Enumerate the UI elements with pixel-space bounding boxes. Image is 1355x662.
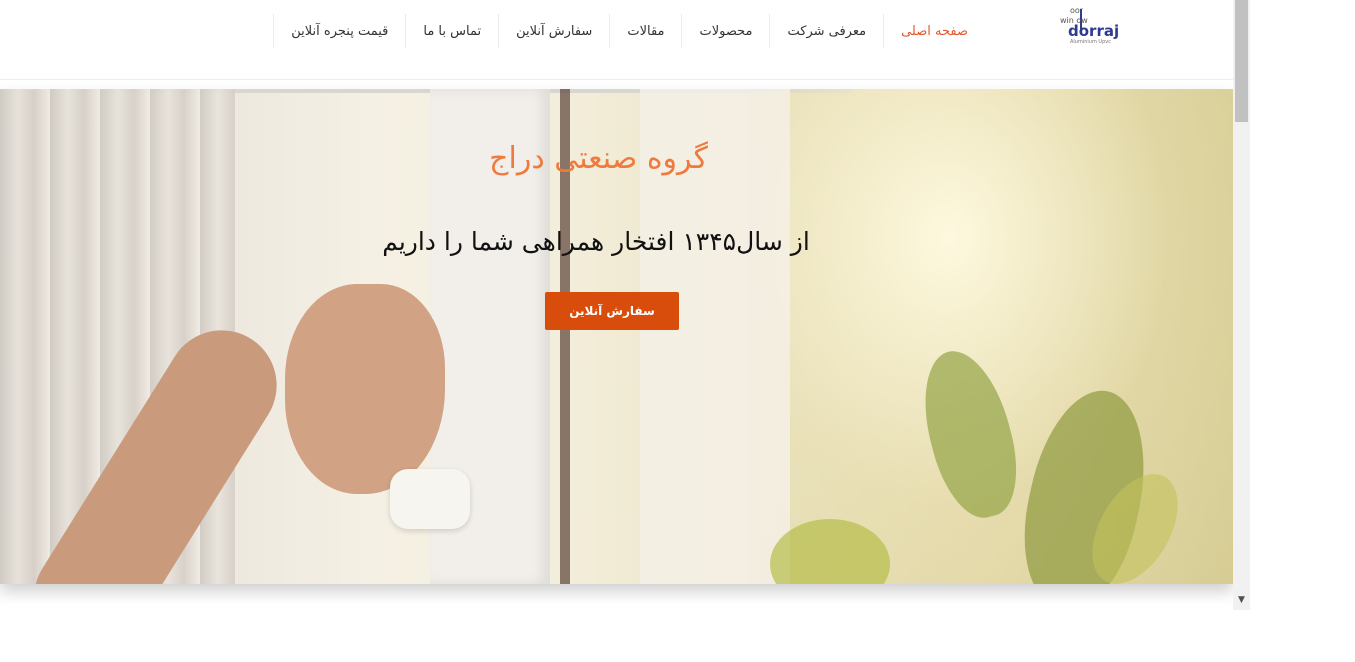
nav-home[interactable]: صفحه اصلی: [883, 14, 985, 48]
hero-image-window-handle: [390, 469, 470, 529]
dorraj-logo[interactable]: oor win ow dorraj Aluminium Upvc: [1060, 6, 1120, 50]
hero-title: گروه صنعتی دراج: [489, 141, 708, 176]
online-order-button[interactable]: سفارش آنلاین: [545, 292, 679, 330]
main-nav: صفحه اصلی معرفی شرکت محصولات مقالات سفار…: [273, 14, 985, 48]
hero-banner: گروه صنعتی دراج از سال۱۳۴۵ افتخار همراهی…: [0, 89, 1233, 584]
nav-about[interactable]: معرفی شرکت: [769, 14, 883, 48]
nav-products[interactable]: محصولات: [681, 14, 769, 48]
nav-contact[interactable]: تماس با ما: [405, 14, 498, 48]
nav-window-price[interactable]: قیمت پنجره آنلاین: [273, 14, 405, 48]
hero-subtitle: از سال۱۳۴۵ افتخار همراهی شما را داریم: [382, 227, 810, 256]
nav-online-order[interactable]: سفارش آنلاین: [498, 14, 609, 48]
logo-tagline: Aluminium Upvc: [1070, 39, 1111, 45]
scrollbar-thumb[interactable]: [1235, 0, 1248, 122]
hero-image-hand: [285, 284, 445, 494]
logo-brand: dorraj: [1068, 22, 1120, 40]
scroll-down-arrow-icon[interactable]: ▼: [1235, 592, 1248, 609]
nav-articles[interactable]: مقالات: [609, 14, 681, 48]
site-header: oor win ow dorraj Aluminium Upvc صفحه اص…: [0, 0, 1233, 80]
